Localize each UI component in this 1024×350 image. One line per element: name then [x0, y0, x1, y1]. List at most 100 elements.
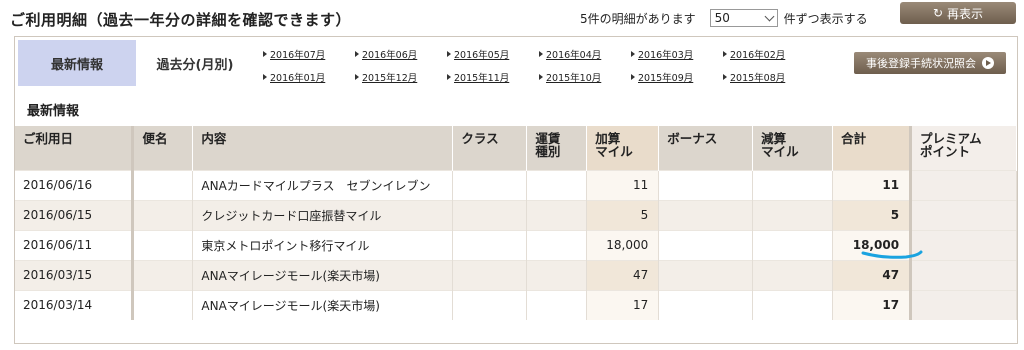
header-deducted-miles: 減算 マイル — [752, 126, 834, 170]
play-circle-icon — [982, 57, 994, 69]
arrow-right-icon — [263, 51, 267, 57]
per-page-value: 50 — [714, 11, 730, 25]
cell-content: 東京メトロポイント移行マイル — [192, 229, 454, 260]
header-content: 内容 — [192, 126, 454, 170]
result-count-text: 5件の明細があります — [580, 11, 696, 26]
header-premium-points: プレミアム ポイント — [910, 126, 1017, 170]
refresh-button[interactable]: ↻ 再表示 — [900, 2, 1016, 24]
tab-latest[interactable]: 最新情報 — [18, 40, 136, 86]
cell-deducted — [752, 199, 834, 230]
cell-class — [452, 259, 528, 290]
header-added-miles: 加算 マイル — [586, 126, 660, 170]
month-link[interactable]: 2016年02月 — [723, 47, 785, 61]
cell-added: 17 — [586, 289, 660, 320]
arrow-right-icon — [263, 74, 267, 80]
month-label: 2016年06月 — [362, 50, 418, 61]
month-label: 2016年07月 — [270, 50, 326, 61]
cell-premium — [910, 169, 1017, 200]
month-link[interactable]: 2016年05月 — [447, 47, 509, 61]
cell-premium — [910, 289, 1017, 320]
cell-date: 2016/06/16 — [15, 169, 135, 200]
cell-class — [452, 229, 528, 260]
month-label: 2016年01月 — [270, 73, 326, 84]
result-count-controls: 5件の明細があります 50 件ずつ表示する — [580, 9, 868, 27]
cell-fare — [526, 169, 588, 200]
month-label: 2016年05月 — [454, 50, 510, 61]
cell-date: 2016/03/14 — [15, 289, 135, 320]
month-link[interactable]: 2016年06月 — [355, 47, 417, 61]
cell-fare — [526, 199, 588, 230]
cell-total: 17 — [832, 289, 913, 320]
cell-bonus — [658, 199, 754, 230]
table-row: 2016/06/16 ANAカードマイルプラス セブンイレブン 11 11 — [15, 169, 1017, 200]
cell-date: 2016/06/15 — [15, 199, 135, 230]
month-label: 2015年12月 — [362, 73, 418, 84]
month-link[interactable]: 2015年12月 — [355, 70, 417, 84]
arrow-right-icon — [723, 51, 727, 57]
cell-added: 47 — [586, 259, 660, 290]
header-fare-type: 運賃 種別 — [526, 126, 588, 170]
month-label: 2015年09月 — [638, 73, 694, 84]
month-label: 2015年08月 — [730, 73, 786, 84]
month-label: 2016年04月 — [546, 50, 602, 61]
cell-fare — [526, 289, 588, 320]
tab-past-monthly[interactable]: 過去分(月別) — [140, 40, 250, 86]
month-link[interactable]: 2015年10月 — [539, 70, 601, 84]
period-nav: 最新情報 過去分(月別) 2016年07月 2016年06月 2016年05月 … — [15, 37, 1017, 87]
per-page-suffix: 件ずつ表示する — [783, 11, 868, 26]
table-header-row: ご利用日 便名 内容 クラス 運賃 種別 加算 マイル ボーナス 減算 マイル 合計 … — [15, 126, 1017, 170]
month-link[interactable]: 2016年03月 — [631, 47, 693, 61]
cell-premium — [910, 259, 1017, 290]
header-fare-line2: 種別 — [535, 144, 561, 160]
header-deducted-line2: マイル — [761, 144, 799, 160]
arrow-right-icon — [539, 51, 543, 57]
cell-deducted — [752, 169, 834, 200]
cell-flight — [132, 229, 194, 260]
cell-flight — [132, 289, 194, 320]
cell-flight — [132, 259, 194, 290]
arrow-right-icon — [447, 51, 451, 57]
per-page-select[interactable]: 50 — [709, 9, 778, 27]
month-link[interactable]: 2015年11月 — [447, 70, 509, 84]
cell-class — [452, 199, 528, 230]
cell-class — [452, 289, 528, 320]
chevron-down-icon — [764, 11, 775, 22]
month-link[interactable]: 2016年01月 — [263, 70, 325, 84]
header-added-line2: マイル — [595, 144, 633, 160]
cell-bonus — [658, 169, 754, 200]
cell-content: ANAマイレージモール(楽天市場) — [192, 289, 454, 320]
refresh-label: 再表示 — [947, 6, 984, 21]
cell-content: ANAマイレージモール(楽天市場) — [192, 259, 454, 290]
cell-added: 11 — [586, 169, 660, 200]
cell-date: 2016/06/11 — [15, 229, 135, 260]
header-bonus: ボーナス — [658, 126, 754, 170]
month-link[interactable]: 2016年07月 — [263, 47, 325, 61]
statement-panel: 最新情報 過去分(月別) 2016年07月 2016年06月 2016年05月 … — [14, 36, 1018, 344]
cell-premium — [910, 199, 1017, 230]
registration-status-button[interactable]: 事後登録手続状況照会 — [854, 52, 1006, 74]
hand-drawn-underline-annotation — [861, 250, 923, 259]
cell-bonus — [658, 259, 754, 290]
cell-deducted — [752, 289, 834, 320]
cell-premium — [910, 229, 1017, 260]
arrow-right-icon — [631, 51, 635, 57]
statement-table: ご利用日 便名 内容 クラス 運賃 種別 加算 マイル ボーナス 減算 マイル 合計 … — [15, 126, 1017, 320]
cell-added: 5 — [586, 199, 660, 230]
cell-added: 18,000 — [586, 229, 660, 260]
registration-status-label: 事後登録手続状況照会 — [866, 57, 976, 70]
cell-total: 11 — [832, 169, 913, 200]
cell-bonus — [658, 229, 754, 260]
month-label: 2016年02月 — [730, 50, 786, 61]
header-date: ご利用日 — [15, 126, 135, 170]
cell-deducted — [752, 259, 834, 290]
month-link[interactable]: 2015年09月 — [631, 70, 693, 84]
cell-flight — [132, 169, 194, 200]
arrow-right-icon — [723, 74, 727, 80]
refresh-icon: ↻ — [932, 6, 944, 20]
month-label: 2015年10月 — [546, 73, 602, 84]
month-link[interactable]: 2015年08月 — [723, 70, 785, 84]
table-row: 2016/06/15 クレジットカード口座振替マイル 5 5 — [15, 199, 1017, 230]
header-flight: 便名 — [132, 126, 194, 170]
page-title: ご利用明細（過去一年分の詳細を確認できます） — [10, 11, 352, 29]
month-link[interactable]: 2016年04月 — [539, 47, 601, 61]
